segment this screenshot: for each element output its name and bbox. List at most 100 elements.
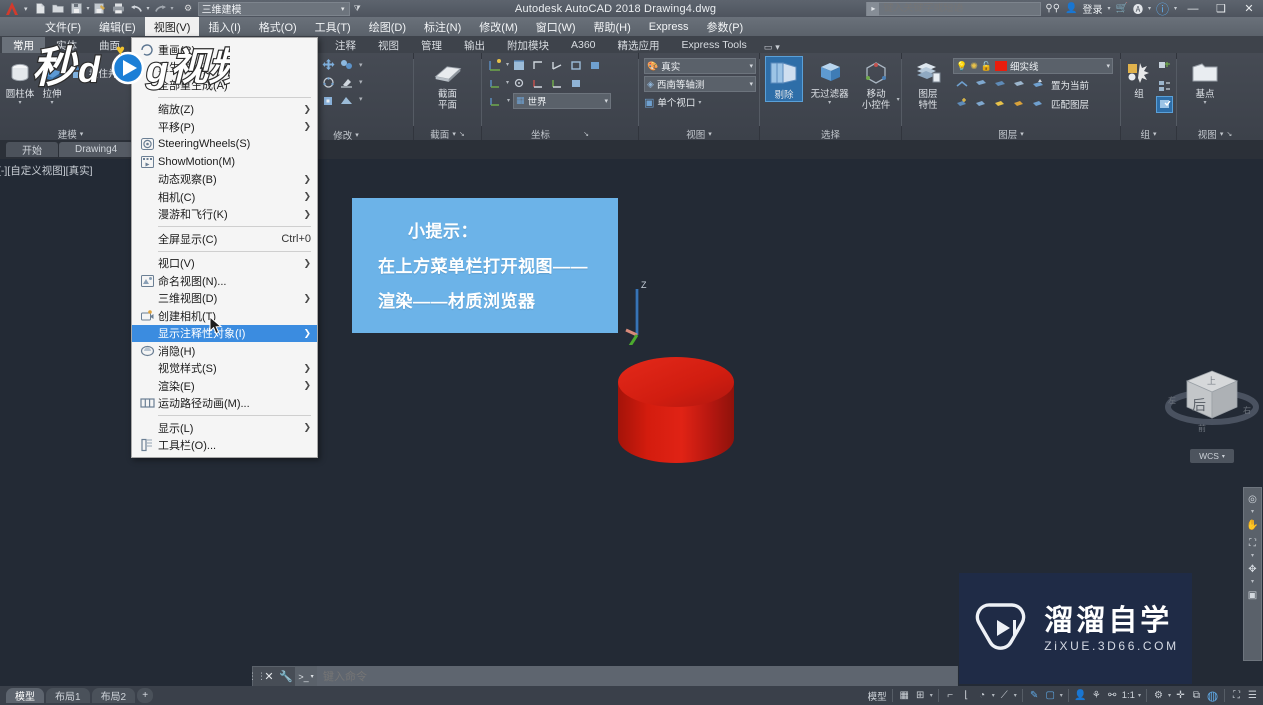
- ucs-world-icon[interactable]: [511, 56, 528, 73]
- menu-item-重生成G[interactable]: 重生成(G): [132, 59, 317, 77]
- ribbon-tab-1[interactable]: 实体: [45, 37, 88, 53]
- ungroup-icon[interactable]: [1156, 58, 1173, 75]
- layout-tab-2[interactable]: 布局2: [91, 688, 136, 703]
- view-cube[interactable]: 上 后 左 右 前: [1163, 355, 1261, 445]
- menu-item-9[interactable]: 窗口(W): [527, 17, 585, 36]
- workspace-switch-icon[interactable]: ⚙: [1152, 687, 1165, 704]
- menu-item-0[interactable]: 文件(F): [36, 17, 90, 36]
- search-box[interactable]: ▸: [866, 1, 1042, 16]
- ucs-y-icon[interactable]: [549, 74, 566, 91]
- view-menu-dropdown[interactable]: 重画(R) 重生成(G) 全部重生成(A) 缩放(Z) ❯ 平移(P) ❯ SteeringW…: [131, 37, 318, 458]
- menu-item-消隐H[interactable]: 消隐(H): [132, 342, 317, 360]
- command-input[interactable]: [317, 666, 957, 687]
- maximize-button[interactable]: ❑: [1207, 0, 1235, 17]
- menu-item-12[interactable]: 参数(P): [698, 17, 753, 36]
- view-preset-caret-icon[interactable]: ▾: [749, 80, 753, 88]
- layer-isolate-icon[interactable]: [953, 76, 970, 93]
- ucs-manager-caret-icon[interactable]: ▾: [507, 97, 510, 104]
- 3d-align-icon[interactable]: [320, 92, 337, 109]
- saveas-icon[interactable]: [93, 1, 108, 16]
- modify-caret-2-icon[interactable]: ▾: [359, 78, 363, 86]
- annotation-autoscale-icon[interactable]: ⚯: [1106, 687, 1119, 704]
- menu-item-视口V[interactable]: 视口(V) ❯: [132, 255, 317, 273]
- new-icon[interactable]: [33, 1, 48, 16]
- panel-expand-icon[interactable]: ▾: [1220, 130, 1224, 138]
- menu-item-6[interactable]: 绘图(D): [360, 17, 415, 36]
- help-caret-icon[interactable]: ▾: [1174, 5, 1177, 12]
- undo-caret-icon[interactable]: ▾: [147, 5, 150, 12]
- ucs-combo-caret-icon[interactable]: ▾: [605, 97, 609, 105]
- panel-dialog-launcher-icon[interactable]: ↘: [1226, 130, 1232, 138]
- no-filter-button[interactable]: 无过滤器 ▾: [807, 56, 852, 106]
- menu-item-3[interactable]: 插入(I): [199, 17, 249, 36]
- layer-merge-icon[interactable]: [991, 95, 1008, 112]
- menu-item-1[interactable]: 编辑(E): [90, 17, 145, 36]
- group-selection-on-icon[interactable]: [1156, 96, 1173, 113]
- group-edit-icon[interactable]: [1156, 77, 1173, 94]
- snap-icon[interactable]: ⊞: [914, 687, 927, 704]
- steeringwheel-icon[interactable]: ◎: [1245, 492, 1260, 507]
- layer-lock-icon[interactable]: [1010, 76, 1027, 93]
- dynamic-input-icon[interactable]: ⌊: [960, 687, 973, 704]
- zoom-extents-icon[interactable]: ⛶: [1245, 536, 1260, 551]
- ribbon-tab-8[interactable]: 视图: [367, 37, 410, 53]
- menu-item-重画R[interactable]: 重画(R): [132, 41, 317, 59]
- ucs-caret-icon[interactable]: ▾: [506, 61, 509, 68]
- menu-item-渲染E[interactable]: 渲染(E) ❯: [132, 377, 317, 395]
- ribbon-tab-2[interactable]: 曲面: [88, 37, 131, 53]
- viewport-config-caret-icon[interactable]: ▾: [698, 99, 701, 106]
- polar-tracking-icon[interactable]: ◔: [976, 687, 989, 704]
- viewport-label[interactable]: [-][自定义视图][真实]: [0, 163, 93, 178]
- panel-expand-icon[interactable]: ▾: [355, 131, 359, 139]
- menu-item-相机C[interactable]: 相机(C) ❯: [132, 188, 317, 206]
- layer-properties-button[interactable]: 图层 特性: [907, 56, 949, 111]
- layer-new-icon[interactable]: [953, 95, 970, 112]
- store-cart-icon[interactable]: 🛒: [1116, 3, 1128, 14]
- layer-unlock-icon[interactable]: 🔓: [981, 61, 992, 72]
- layout-tab-0[interactable]: 模型: [6, 688, 44, 703]
- ucs-named-icon[interactable]: [568, 74, 585, 91]
- menu-item-全屏显示C[interactable]: 全屏显示(C) Ctrl+0: [132, 230, 317, 248]
- signin-caret-icon[interactable]: ▾: [1107, 5, 1110, 12]
- workspace-switch-caret-icon[interactable]: ▾: [1168, 692, 1171, 699]
- visual-style-caret-icon[interactable]: ▾: [749, 62, 753, 70]
- help-icon[interactable]: ⓘ: [1156, 0, 1169, 18]
- qat-more-icon[interactable]: ⧩: [354, 4, 361, 14]
- ribbon-tab-14[interactable]: Express Tools: [671, 37, 758, 53]
- file-tab-1[interactable]: Drawing4: [59, 142, 134, 157]
- ucs-object-icon[interactable]: [568, 56, 585, 73]
- layer-caret-icon[interactable]: ▾: [1106, 62, 1110, 70]
- hardware-accel-icon[interactable]: ✛: [1174, 687, 1187, 704]
- menu-item-动态观察B[interactable]: 动态观察(B) ❯: [132, 171, 317, 189]
- ribbon-tab-13[interactable]: 精选应用: [607, 37, 671, 53]
- ucs-view-icon[interactable]: [587, 56, 604, 73]
- menu-item-5[interactable]: 工具(T): [306, 17, 360, 36]
- layer-off-icon[interactable]: [991, 76, 1008, 93]
- redo-caret-icon[interactable]: ▾: [171, 5, 174, 12]
- menu-item-创建相机T[interactable]: 创建相机(T): [132, 307, 317, 325]
- layer-change-icon[interactable]: [1010, 95, 1027, 112]
- grid-icon[interactable]: ▦: [898, 687, 911, 704]
- viewport-config-button[interactable]: ▣ 单个视口 ▾: [644, 94, 701, 110]
- ucs-icon[interactable]: [487, 56, 504, 73]
- workspace-combobox[interactable]: 三维建模 ▾: [197, 1, 350, 16]
- ribbon-tab-9[interactable]: 管理: [410, 37, 453, 53]
- ucs-manager-icon[interactable]: [487, 92, 504, 109]
- ucs-z-axis-icon[interactable]: [487, 74, 504, 91]
- signin-label[interactable]: 登录: [1082, 1, 1102, 16]
- object-snap-icon[interactable]: ⟋: [998, 687, 1011, 704]
- ribbon-tab-10[interactable]: 输出: [453, 37, 496, 53]
- wcs-caret-icon[interactable]: ▾: [1222, 453, 1225, 460]
- ribbon-tab-0[interactable]: 常用: [2, 37, 45, 53]
- workspace-caret-icon[interactable]: ▾: [341, 5, 349, 13]
- panel-expand-icon[interactable]: ▾: [708, 130, 712, 138]
- menu-item-平移P[interactable]: 平移(P) ❯: [132, 118, 317, 136]
- menu-item-命名视图N[interactable]: 命名视图(N)...: [132, 272, 317, 290]
- showmotion-nav-icon[interactable]: ▣: [1245, 588, 1260, 603]
- menu-item-2[interactable]: 视图(V): [144, 17, 200, 36]
- zoom-caret-icon[interactable]: ▾: [1251, 553, 1254, 559]
- panel-expand-icon[interactable]: ▾: [80, 130, 84, 138]
- match-layer-label[interactable]: 匹配图层: [1051, 97, 1089, 111]
- ucs-z-caret-icon[interactable]: ▾: [506, 79, 509, 86]
- ucs-previous-icon[interactable]: [530, 56, 547, 73]
